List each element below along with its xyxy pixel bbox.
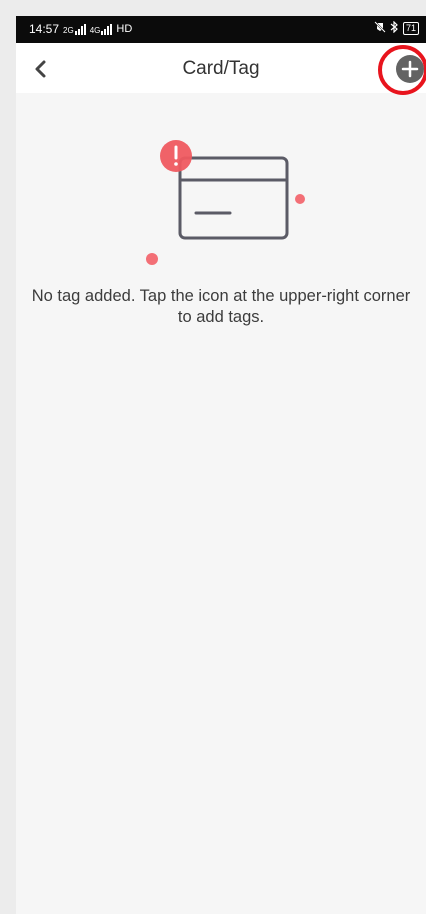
hd-label: HD xyxy=(116,23,133,35)
network-type-2: 4G xyxy=(89,25,101,35)
add-tag-button[interactable] xyxy=(396,55,424,83)
card-alert-icon xyxy=(146,140,305,265)
status-bar: 14:57 2G 4G HD 71 xyxy=(16,16,426,43)
page-title: Card/Tag xyxy=(182,58,260,79)
status-left: 14:57 2G 4G HD xyxy=(29,22,132,36)
status-right: 71 xyxy=(374,20,419,36)
empty-state-message: No tag added. Tap the icon at the upper-… xyxy=(31,287,411,326)
app-screen: 14:57 2G 4G HD 71 Card/Tag No tag added.… xyxy=(16,16,426,914)
battery-indicator: 71 xyxy=(402,22,419,35)
status-time: 14:57 xyxy=(29,22,60,36)
plus-circle-icon xyxy=(401,60,419,78)
signal-icon-2: 4G xyxy=(89,23,113,35)
bluetooth-icon xyxy=(390,20,399,36)
top-nav-bar: Card/Tag xyxy=(16,43,426,95)
mute-icon xyxy=(374,21,386,36)
signal-icon-1: 2G xyxy=(63,23,86,35)
empty-illustration xyxy=(140,122,320,272)
network-type-1: 2G xyxy=(63,25,74,35)
